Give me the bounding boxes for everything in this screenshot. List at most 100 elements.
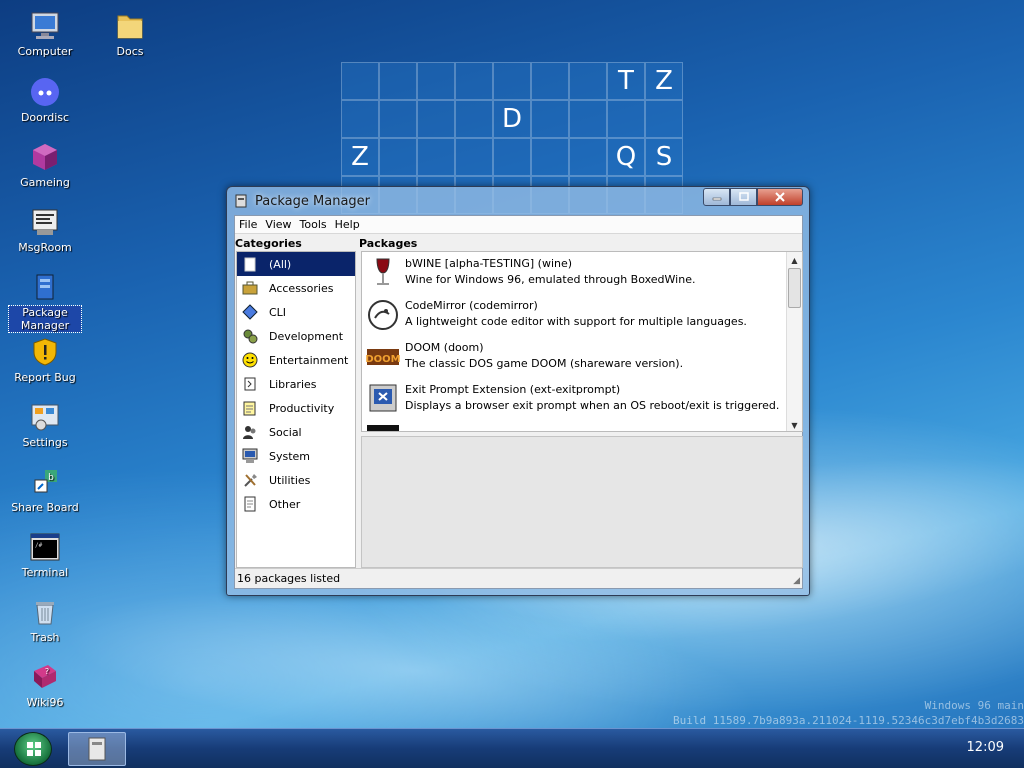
package-manager-icon — [88, 737, 106, 761]
category-accessories[interactable]: Accessories — [237, 276, 355, 300]
msgroom-icon — [32, 209, 58, 235]
category-label: System — [269, 449, 311, 463]
package-name: Exit Prompt Extension (ext-exitprompt) — [405, 383, 621, 396]
maximize-icon — [738, 192, 749, 201]
letter-tile — [341, 62, 379, 100]
packages-list[interactable]: bWINE [alpha-TESTING] (wine) Wine for Win… — [361, 251, 803, 432]
build-watermark: Windows 96 main Build 11589.7b9a893a.211… — [673, 698, 1024, 728]
letter-tile: T — [607, 62, 645, 100]
desktop-icon-terminal[interactable]: /# Terminal — [9, 531, 81, 579]
desktop-icon-gameing[interactable]: Gameing — [9, 141, 81, 189]
category-productivity[interactable]: Productivity — [237, 396, 355, 420]
window-titlebar[interactable]: Package Manager — [227, 187, 809, 215]
letter-tile — [417, 100, 455, 138]
desktop-icon-label: Package Manager — [8, 305, 82, 333]
letter-tile — [417, 138, 455, 176]
category-libraries[interactable]: Libraries — [237, 372, 355, 396]
desktop-icon-package-manager[interactable]: Package Manager — [8, 271, 82, 333]
desktop-icon-label: Gameing — [20, 176, 70, 189]
taskbar: 12:09 — [0, 728, 1024, 768]
book-icon — [244, 377, 256, 391]
letter-tile — [531, 100, 569, 138]
desktop-icon-share-board[interactable]: b Share Board — [9, 466, 81, 514]
desktop-icon-trash[interactable]: Trash — [9, 596, 81, 644]
desktop-icon-settings[interactable]: Settings — [9, 401, 81, 449]
letter-tile — [379, 62, 417, 100]
package-item-partial[interactable] — [362, 420, 802, 431]
letter-tile — [455, 138, 493, 176]
desktop-icon-label: Report Bug — [14, 371, 76, 384]
desktop-icon-computer[interactable]: Computer — [9, 10, 81, 58]
package-description: A lightweight code editor with support f… — [405, 315, 747, 328]
wiki-book-icon: ? — [34, 665, 56, 688]
desktop-icon-report-bug[interactable]: Report Bug — [9, 336, 81, 384]
desktop-icon-msgroom[interactable]: MsgRoom — [9, 206, 81, 254]
categories-list[interactable]: (All) Accessories CLI Development Entert… — [236, 251, 356, 568]
category-label: Development — [269, 329, 344, 343]
letter-tile: Z — [645, 62, 683, 100]
desktop-icon-docs[interactable]: Docs — [94, 10, 166, 58]
category-system[interactable]: System — [237, 444, 355, 468]
letter-tile — [531, 138, 569, 176]
menu-help[interactable]: Help — [331, 218, 364, 231]
discord-icon — [31, 78, 59, 106]
package-item-codemirror[interactable]: CodeMirror (codemirror) A lightweight cod… — [362, 294, 802, 336]
category-utilities[interactable]: Utilities — [237, 468, 355, 492]
briefcase-icon — [242, 281, 258, 295]
windows-logo-icon — [27, 742, 41, 756]
start-button[interactable] — [14, 732, 52, 766]
menu-file[interactable]: File — [235, 218, 261, 231]
letter-tile — [455, 100, 493, 138]
resize-grip-icon[interactable]: ◢ — [793, 576, 800, 586]
letter-tile: Q — [607, 138, 645, 176]
packages-scrollbar[interactable]: ▲ ▼ — [786, 252, 802, 431]
package-manager-window[interactable]: Package Manager File View Tools Help Cat… — [226, 186, 810, 596]
menu-view[interactable]: View — [261, 218, 295, 231]
letter-tile-grid: TZDZQS — [341, 62, 686, 214]
menu-tools[interactable]: Tools — [296, 218, 331, 231]
category-entertainment[interactable]: Entertainment — [237, 348, 355, 372]
desktop-icon-label: Docs — [116, 45, 144, 58]
status-bar: 16 packages listed ◢ — [235, 568, 802, 588]
category-label: Entertainment — [269, 353, 349, 367]
scroll-up-arrow-icon[interactable]: ▲ — [787, 252, 802, 268]
svg-text:/#: /# — [35, 542, 43, 549]
category-development[interactable]: Development — [237, 324, 355, 348]
desktop-icon-label: MsgRoom — [18, 241, 72, 254]
taskbar-clock[interactable]: 12:09 — [967, 740, 1004, 755]
scroll-thumb[interactable] — [788, 268, 801, 308]
svg-text:DOOM: DOOM — [366, 354, 400, 365]
build-line-2: Build 11589.7b9a893a.211024-1119.52346c3… — [673, 714, 1024, 727]
window-title: Package Manager — [255, 193, 371, 209]
minimize-button[interactable] — [703, 188, 730, 206]
package-description: Wine for Windows 96, emulated through Bo… — [405, 273, 696, 286]
trash-icon — [36, 602, 54, 625]
scroll-down-arrow-icon[interactable]: ▼ — [787, 417, 802, 431]
desktop-icon-doordisc[interactable]: Doordisc — [9, 76, 81, 124]
category-all[interactable]: (All) — [237, 252, 355, 276]
desktop-icon-wiki96[interactable]: ? Wiki96 — [9, 661, 81, 709]
close-icon — [775, 192, 785, 202]
computer-icon — [31, 12, 59, 39]
package-name: CodeMirror (codemirror) — [405, 299, 538, 312]
letter-tile — [379, 138, 417, 176]
desktop-icon-label: Doordisc — [20, 111, 70, 124]
package-icon — [367, 425, 399, 431]
package-item-wine[interactable]: bWINE [alpha-TESTING] (wine) Wine for Win… — [362, 252, 802, 294]
menu-bar: File View Tools Help — [235, 216, 802, 234]
letter-tile — [645, 100, 683, 138]
package-item-exit-prompt[interactable]: Exit Prompt Extension (ext-exitprompt) Di… — [362, 378, 802, 420]
computer-icon — [242, 448, 258, 463]
category-social[interactable]: Social — [237, 420, 355, 444]
category-other[interactable]: Other — [237, 492, 355, 516]
category-cli[interactable]: CLI — [237, 300, 355, 324]
letter-tile — [531, 62, 569, 100]
category-label: Social — [269, 425, 302, 439]
maximize-button[interactable] — [730, 188, 757, 206]
build-line-1: Windows 96 main — [924, 699, 1024, 712]
taskbar-button-package-manager[interactable] — [68, 732, 126, 766]
package-item-doom[interactable]: DOOM DOOM (doom) The classic DOS game DOO… — [362, 336, 802, 378]
close-button[interactable] — [757, 188, 803, 206]
desktop-icon-label: Computer — [17, 45, 73, 58]
terminal-icon: /# — [30, 533, 60, 561]
